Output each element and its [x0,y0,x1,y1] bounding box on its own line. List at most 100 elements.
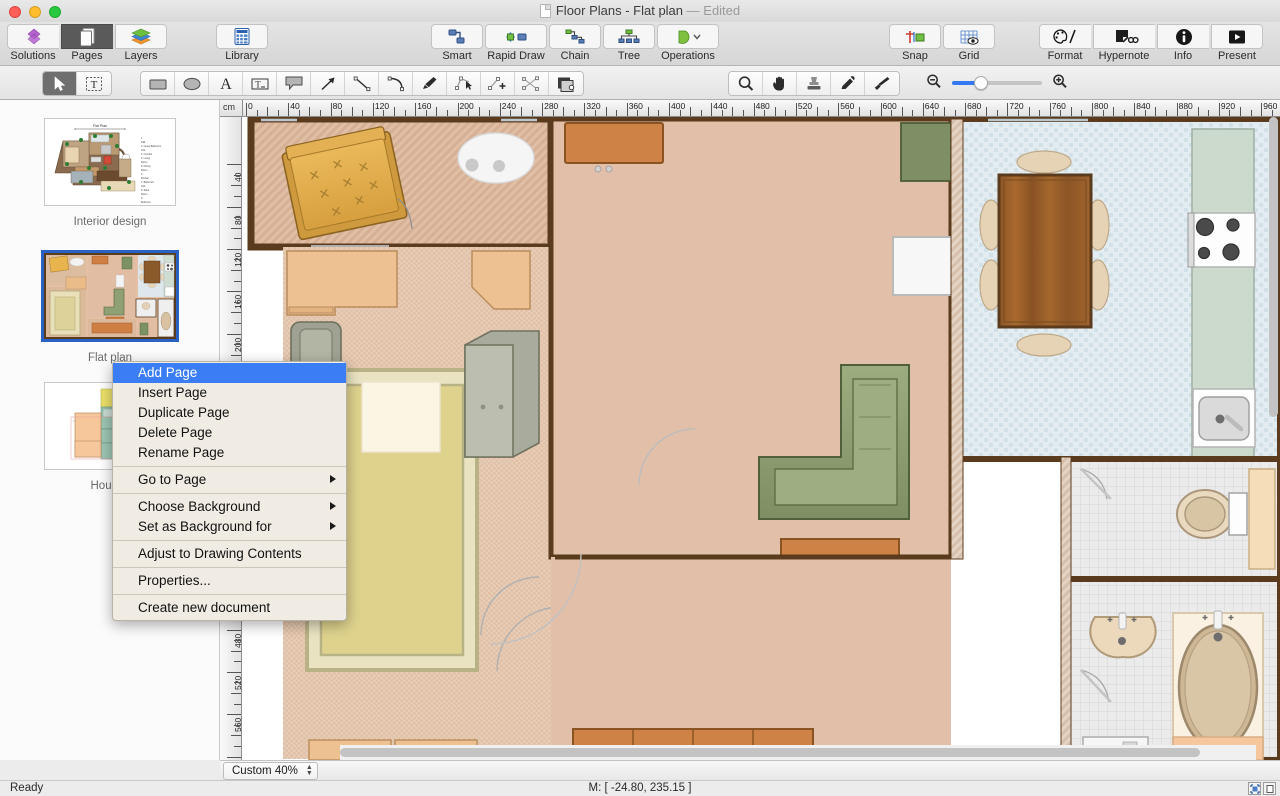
toolbar-button-grid[interactable]: Grid [942,24,996,62]
ruler-tick-minor [595,110,596,116]
text-select-tool-icon[interactable]: T [77,72,111,95]
edit-points-tool-icon[interactable] [447,72,481,95]
ruler-unit-label: cm [223,102,235,112]
ruler-label-h: 0 [248,101,253,111]
menu-item-create-new-document[interactable]: Create new document [113,598,346,618]
ellipse-tool-icon[interactable] [175,72,209,95]
ruler-tick-major [500,103,501,116]
ruler-tick-major [415,103,416,116]
toolbar-button-format[interactable]: Format [1038,24,1092,62]
rectangle-tool-icon[interactable] [141,72,175,95]
fit-page-icon[interactable] [1248,782,1261,795]
format-palette-icon [1039,24,1091,49]
toolbar-button-solutions[interactable]: Solutions [6,24,60,62]
stepper-updown-icon[interactable]: ▲ ▼ [306,765,313,777]
zoom-slider-track[interactable] [952,81,1042,85]
drawing-tool-strip: T A T [0,66,1280,100]
ruler-tick-minor [341,110,342,116]
menu-item-add-page[interactable]: Add Page [113,363,346,383]
operations-icon [657,24,719,49]
svg-text:4. Living: 4. Living [141,157,151,160]
toolbar-button-hypernote[interactable]: Hypernote [1092,24,1156,62]
toolbar-button-pages[interactable]: Pages [60,24,114,62]
ruler-label-h: 600 [883,101,897,111]
menu-item-label: Adjust to Drawing Contents [138,546,302,561]
toolbar-button-tree[interactable]: Tree [602,24,656,62]
sidebar-page-flat-plan[interactable]: Flat plan [0,250,220,364]
text-box-tool-icon[interactable]: T [243,72,277,95]
menu-item-rename-page[interactable]: Rename Page [113,443,346,463]
hand-tool-icon[interactable] [763,72,797,95]
ruler-tick-minor [806,110,807,116]
svg-text:Unit: Unit [141,185,146,188]
floor-plan-drawing[interactable] [243,117,1280,760]
horizontal-scrollbar[interactable] [340,745,1256,760]
flat-plan-thumbnail[interactable] [41,250,179,342]
menu-item-adjust-to-drawing-contents[interactable]: Adjust to Drawing Contents [113,544,346,564]
menu-item-choose-background[interactable]: Choose Background [113,497,346,517]
toolbar-button-info[interactable]: Info [1156,24,1210,62]
menu-item-properties[interactable]: Properties... [113,571,346,591]
ruler-tick-minor [1071,107,1072,116]
menu-item-go-to-page[interactable]: Go to Page [113,470,346,490]
ruler-tick-minor [362,110,363,116]
ruler-tick-minor [352,107,353,116]
ruler-tick-minor [234,661,241,662]
zoom-level-selector[interactable]: Custom 40% ▲ ▼ [223,762,318,780]
ruler-label-h: 920 [1221,101,1235,111]
ruler-tick-minor [234,302,241,303]
sidebar-page-interior-design[interactable]: Flat Plan [0,118,220,228]
menu-item-label: Go to Page [138,472,206,487]
zoom-slider-control[interactable] [925,71,1090,95]
callout-tool-icon[interactable] [277,72,311,95]
mouse-coordinates: M: [ -24.80, 235.15 ] [0,782,1280,794]
svg-text:Kitchen: Kitchen [141,177,150,180]
shadow-tool-icon[interactable] [549,72,583,95]
toolbar-button-smart[interactable]: Smart [430,24,484,62]
interior-design-thumbnail[interactable]: Flat Plan [44,118,176,206]
toolbar-button-present[interactable]: Present [1210,24,1264,62]
menu-item-insert-page[interactable]: Insert Page [113,383,346,403]
add-point-tool-icon[interactable] [481,72,515,95]
toolbar-button-chain[interactable]: Chain [548,24,602,62]
ruler-tick-minor [234,704,241,705]
zoom-tool-icon[interactable] [729,72,763,95]
fit-width-icon[interactable] [1263,782,1276,795]
ruler-tick-major [227,164,241,165]
ruler-tick-minor [1251,110,1252,116]
eyedropper-tool-icon[interactable] [831,72,865,95]
toolbar-button-rapid-draw[interactable]: Rapid Draw [484,24,548,62]
menu-item-delete-page[interactable]: Delete Page [113,423,346,443]
ruler-tick-minor [1124,110,1125,116]
zoom-out-icon[interactable] [925,73,943,93]
application-window: Floor Plans - Flat plan — Edited [0,0,1280,796]
arc-tool-icon[interactable] [379,72,413,95]
pointer-tool-icon[interactable] [43,72,77,95]
menu-item-set-as-background-for[interactable]: Set as Background for [113,517,346,537]
toolbar-button-operations[interactable]: Operations [656,24,720,62]
status-corner-controls[interactable] [1248,782,1276,795]
solutions-diamond-icon [7,24,59,49]
svg-text:Hall: Hall [141,141,146,144]
stamp-tool-icon[interactable] [797,72,831,95]
ruler-tick-minor [912,110,913,116]
zoom-in-icon[interactable] [1051,73,1069,93]
cut-path-tool-icon[interactable] [515,72,549,95]
toolbar-button-layers[interactable]: Layers [114,24,168,62]
pen-tool-icon[interactable] [413,72,447,95]
line-tool-icon[interactable] [345,72,379,95]
menu-item-duplicate-page[interactable]: Duplicate Page [113,403,346,423]
horizontal-ruler[interactable]: 0408012016020024028032036040044048052056… [220,100,1280,117]
vertical-scroll-thumb[interactable] [1269,117,1278,417]
pages-icon [61,24,113,49]
text-tool-icon[interactable]: A [209,72,243,95]
toolbar-button-library[interactable]: Library [215,24,269,62]
page-context-menu[interactable]: Add PageInsert PageDuplicate PageDelete … [112,361,347,621]
paintbrush-tool-icon[interactable] [865,72,899,95]
toolbar-button-snap[interactable]: Snap [888,24,942,62]
horizontal-scroll-thumb[interactable] [340,748,1200,757]
zoom-slider-knob[interactable] [974,76,988,90]
canvas-area[interactable]: cm 0408012016020024028032036040044048052… [220,100,1280,760]
ruler-tick-minor [1198,107,1199,116]
arrow-tool-icon[interactable] [311,72,345,95]
